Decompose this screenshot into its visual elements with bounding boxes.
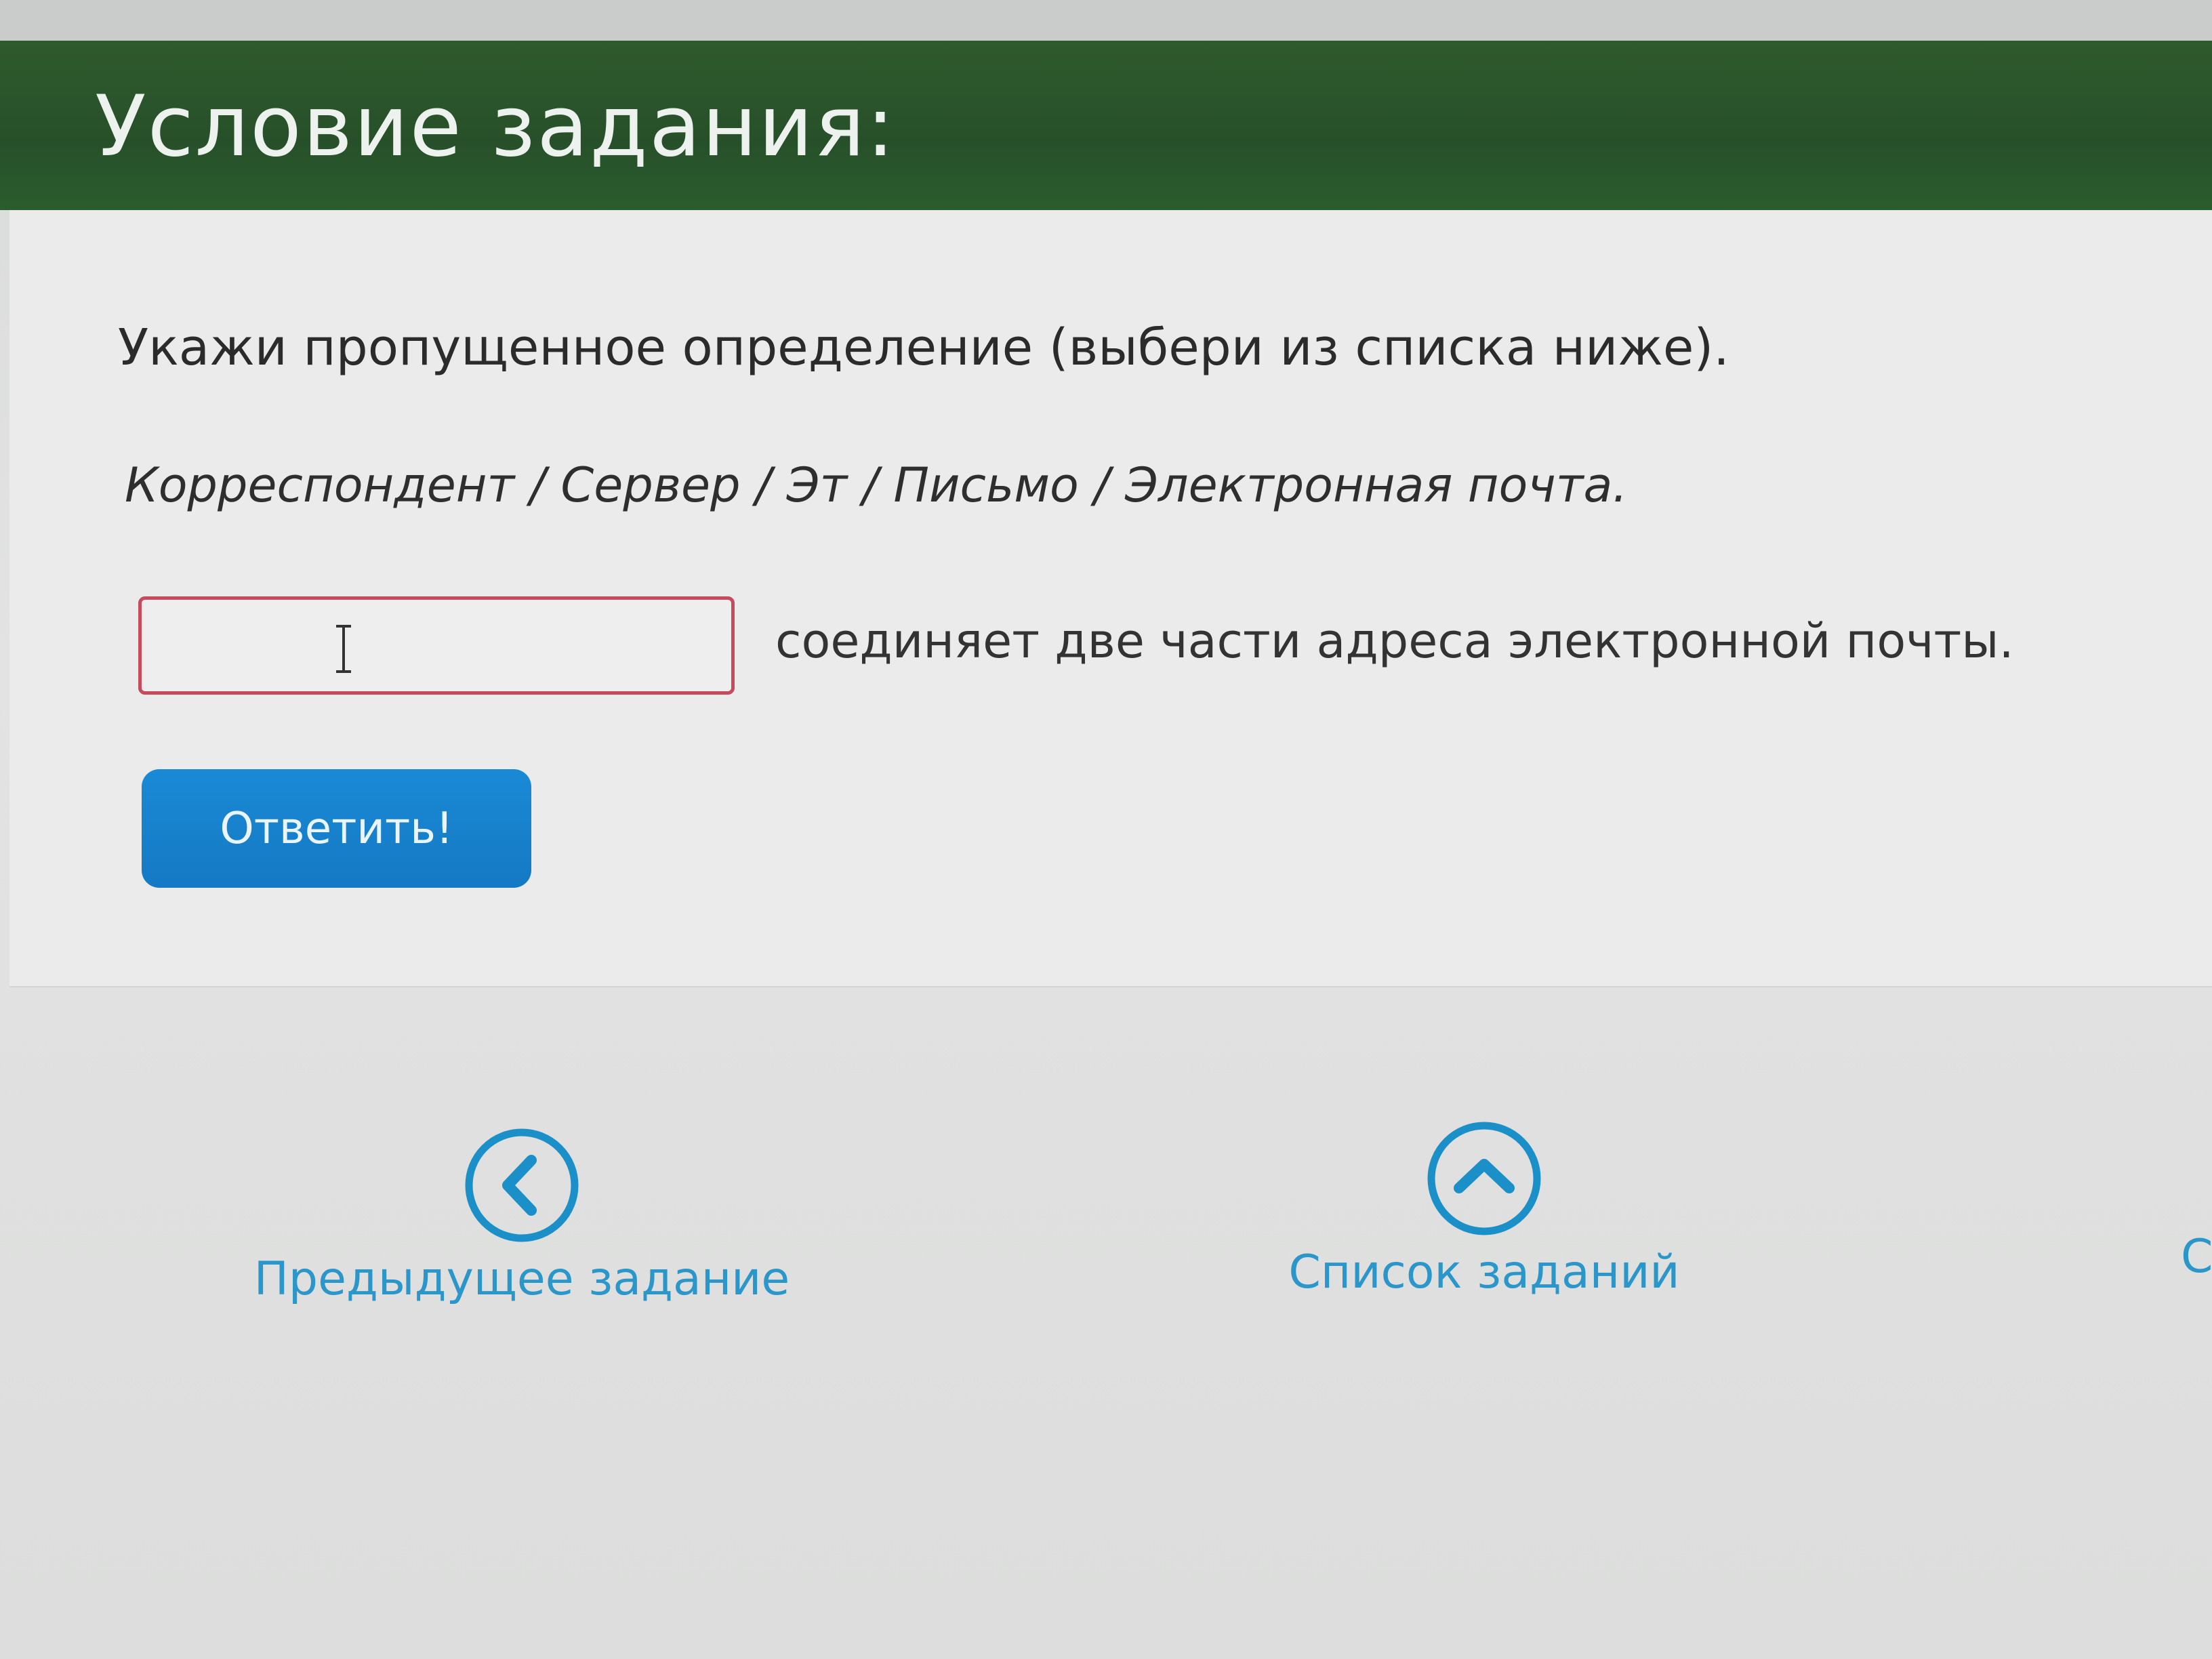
sentence-text: соединяет две части адреса электронной п… [775, 613, 2014, 669]
next-task-link-fragment[interactable]: С [2181, 1230, 2212, 1284]
top-strip [0, 0, 2212, 41]
submit-button[interactable]: Ответить! [142, 769, 531, 888]
task-list-label: Список заданий [1288, 1246, 1680, 1299]
chevron-left-circle-icon [465, 1128, 579, 1242]
task-instruction: Укажи пропущенное определение (выбери из… [118, 319, 1729, 377]
text-cursor-icon [336, 625, 351, 673]
task-header: Условие задания: [0, 41, 2212, 210]
answer-options: Корреспондент / Сервер / Эт / Письмо / Э… [125, 457, 1628, 513]
task-list-link[interactable]: Список заданий [1274, 1118, 1694, 1299]
header-title: Условие задания: [95, 78, 896, 176]
previous-task-label: Предыдущее задание [253, 1252, 790, 1306]
chevron-up-circle-icon [1427, 1122, 1541, 1235]
previous-task-link[interactable]: Предыдущее задание [254, 1125, 790, 1306]
answer-input[interactable] [138, 596, 735, 695]
task-card: Укажи пропущенное определение (выбери из… [9, 210, 2212, 987]
